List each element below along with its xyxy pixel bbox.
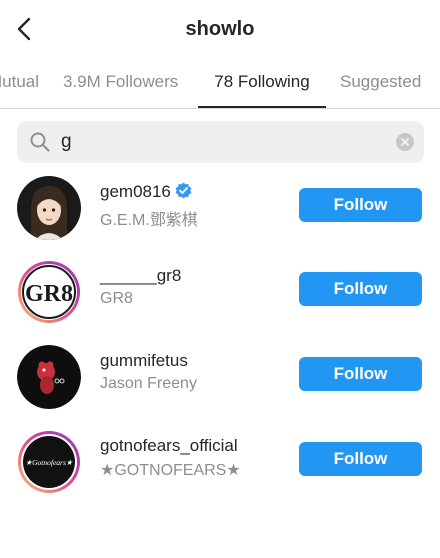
- avatar[interactable]: GR8: [17, 260, 81, 324]
- avatar[interactable]: [17, 345, 81, 409]
- full-name: ★GOTNOFEARS★: [100, 462, 241, 479]
- avatar-logo-text: ★Gotnofears★: [25, 458, 73, 467]
- tab-mutual[interactable]: Mutual: [0, 62, 39, 106]
- username[interactable]: gotnofears_official: [100, 436, 238, 456]
- tab-following[interactable]: 78 Following: [198, 62, 326, 108]
- list-item[interactable]: ★Gotnofears★ gotnofears_official ★GOTNOF…: [0, 422, 440, 506]
- avatar[interactable]: ★Gotnofears★: [17, 430, 81, 494]
- full-name: GR8: [100, 290, 133, 307]
- tab-followers[interactable]: 3.9M Followers: [63, 62, 178, 106]
- header: showlo: [0, 0, 440, 60]
- page-title: showlo: [185, 18, 255, 40]
- following-screen: showlo Mutual 3.9M Followers 78 Followin…: [0, 0, 440, 558]
- search-bar: [17, 121, 424, 163]
- follow-button[interactable]: Follow: [299, 272, 422, 306]
- username[interactable]: ______gr8: [100, 266, 181, 286]
- tab-suggested[interactable]: Suggested: [340, 62, 421, 106]
- avatar[interactable]: [17, 176, 81, 240]
- follow-button[interactable]: Follow: [299, 188, 422, 222]
- list-item[interactable]: gummifetus Jason Freeny Follow: [0, 337, 440, 421]
- search-input[interactable]: [61, 127, 361, 157]
- username[interactable]: gummifetus: [100, 351, 188, 371]
- avatar-logo-text: GR8: [25, 281, 73, 307]
- tab-bar: Mutual 3.9M Followers 78 Following Sugge…: [0, 62, 440, 109]
- verified-badge-icon: [175, 182, 192, 199]
- clear-icon[interactable]: [396, 133, 414, 151]
- search-icon: [30, 132, 50, 152]
- list-item[interactable]: GR8 ______gr8 GR8 Follow: [0, 252, 440, 336]
- full-name: G.E.M.鄧紫棋: [100, 212, 198, 229]
- list-item[interactable]: gem0816 G.E.M.鄧紫棋 Follow: [0, 168, 440, 252]
- username[interactable]: gem0816: [100, 182, 192, 202]
- full-name: Jason Freeny: [100, 375, 197, 392]
- follow-button[interactable]: Follow: [299, 357, 422, 391]
- follow-button[interactable]: Follow: [299, 442, 422, 476]
